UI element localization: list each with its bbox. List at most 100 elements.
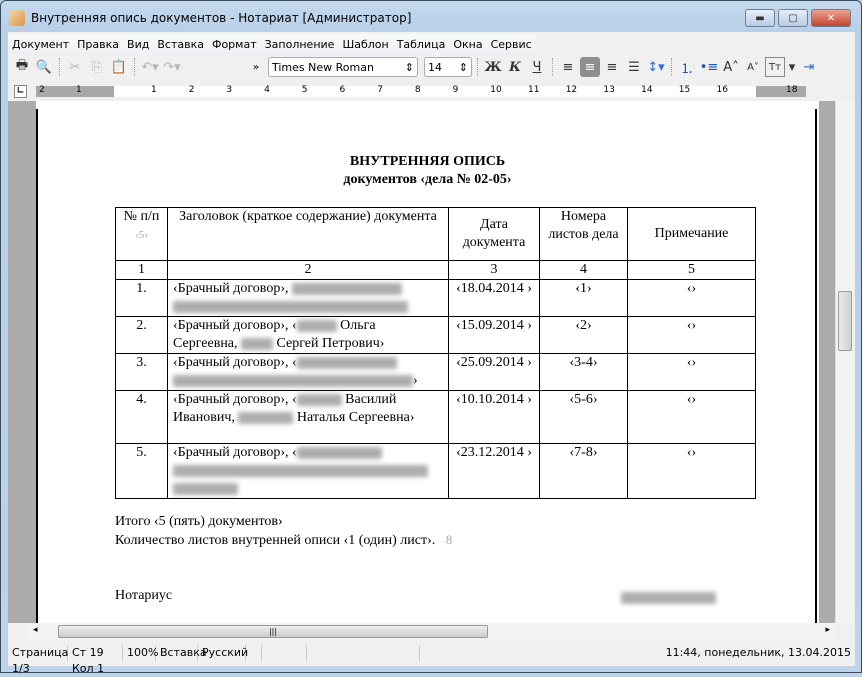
col-number: 4 xyxy=(539,260,628,280)
doc-subtitle: документов ‹дела № 02-05› xyxy=(343,172,512,187)
horizontal-scroll-thumb[interactable]: ||| xyxy=(58,625,488,638)
copy-icon[interactable]: ⎘ xyxy=(87,57,107,77)
header-number: № п/п xyxy=(123,209,160,224)
menu-template[interactable]: Шаблон xyxy=(338,38,392,51)
numbered-list-icon[interactable]: ⒈ xyxy=(677,57,697,77)
menu-service[interactable]: Сервис xyxy=(487,38,536,51)
row-note: ‹› xyxy=(627,353,756,391)
row-number: 2. xyxy=(115,316,168,354)
close-button[interactable]: ✕ xyxy=(811,9,851,27)
col-number: 3 xyxy=(448,260,540,280)
ruler-number: 12 xyxy=(565,85,578,95)
line-spacing-icon[interactable]: ↕▾ xyxy=(646,57,666,77)
menu-view[interactable]: Вид xyxy=(123,38,153,51)
scroll-right-icon[interactable]: ▸ xyxy=(825,625,830,635)
col-number: 2 xyxy=(167,260,449,280)
redo-icon[interactable]: ↷▾ xyxy=(162,57,182,77)
app-window: Внутренняя опись документов - Нотариат [… xyxy=(0,0,862,675)
bullet-list-icon[interactable]: •≡ xyxy=(699,57,719,77)
toolbar: 🖶 🔍 ✂ ⎘ 📋 ↶▾ ↷▾ » Times New Roman ⇕ 14 ⇕ Ж… xyxy=(8,54,855,80)
print-preview-icon[interactable]: 🔍 xyxy=(34,57,54,77)
text-case-dropdown-icon[interactable]: ▾ xyxy=(787,57,797,77)
menu-insert[interactable]: Вставка xyxy=(153,38,208,51)
sheets-count-text: Количество листов внутренней описи ‹1 (о… xyxy=(115,533,436,548)
vertical-scrollbar[interactable] xyxy=(835,101,853,623)
row-date: ‹18.04.2014 › xyxy=(448,279,540,317)
font-size-select[interactable]: 14 ⇕ xyxy=(424,57,472,77)
document-page[interactable]: ВНУТРЕННЯЯ ОПИСЬ документов ‹дела № 02-05… xyxy=(36,101,819,623)
header-hint: ‹5› xyxy=(135,229,148,241)
row-title: ‹Брачный договор›, xyxy=(167,279,449,317)
row-sheets: ‹2› xyxy=(539,316,628,354)
menu-windows[interactable]: Окна xyxy=(449,38,486,51)
status-zoom[interactable]: 100% xyxy=(123,645,158,661)
row-note: ‹› xyxy=(627,443,756,499)
maximize-button[interactable]: ▢ xyxy=(778,9,808,27)
menu-edit[interactable]: Правка xyxy=(73,38,123,51)
ruler-number: 13 xyxy=(603,85,615,95)
more-tools-icon[interactable]: » xyxy=(246,57,266,77)
bold-button[interactable]: Ж xyxy=(483,57,503,77)
row-title: ‹Брачный договор›, ‹ Ольга Сергеевна, Се… xyxy=(167,316,449,354)
print-icon[interactable]: 🖶 xyxy=(12,57,32,77)
status-position: Ст 19 Кол 1 xyxy=(68,645,123,675)
italic-button[interactable]: К xyxy=(505,57,525,77)
header-title: Заголовок (краткое содержание) документа xyxy=(167,207,449,261)
minimize-button[interactable]: ▬ xyxy=(745,9,775,27)
ruler-number: 15 xyxy=(678,85,691,95)
row-sheets: ‹7-8› xyxy=(539,443,628,499)
ruler-number: 7 xyxy=(377,85,383,95)
underline-button[interactable]: Ч xyxy=(527,57,547,77)
table-row[interactable]: 3. ‹Брачный договор›, ‹ › ‹25.09.2014 › ‹… xyxy=(115,353,756,391)
increase-font-icon[interactable]: A˄ xyxy=(721,57,741,77)
table-row[interactable]: 5. ‹Брачный договор›, ‹ ‹23.12.2014 › ‹7… xyxy=(115,443,756,499)
menu-table[interactable]: Таблица xyxy=(393,38,450,51)
tab-stop-selector[interactable]: ∟ xyxy=(14,85,27,98)
table-row[interactable]: 2. ‹Брачный договор›, ‹ Ольга Сергеевна,… xyxy=(115,316,756,354)
row-title: ‹Брачный договор›, ‹ › xyxy=(167,353,449,391)
header-sheets: Номера листов дела xyxy=(539,207,628,261)
total-text: Итого ‹5 (пять) документов› xyxy=(115,514,283,529)
ruler-number: 2 xyxy=(39,85,45,95)
menu-document[interactable]: Документ xyxy=(8,38,73,51)
table-row[interactable]: 1. ‹Брачный договор›, ‹18.04.2014 › ‹1› … xyxy=(115,279,756,317)
row-date: ‹23.12.2014 › xyxy=(448,443,540,499)
align-left-icon[interactable]: ≡ xyxy=(558,57,578,77)
exit-icon[interactable]: ⇥ xyxy=(799,57,819,77)
ruler-number: 10 xyxy=(490,85,502,95)
decrease-font-icon[interactable]: A˅ xyxy=(743,57,763,77)
menu-format[interactable]: Формат xyxy=(208,38,261,51)
row-number: 3. xyxy=(115,353,168,391)
paste-icon[interactable]: 📋 xyxy=(109,57,129,77)
ruler[interactable]: ∟ 2 1 1 2 3 4 5 6 7 8 9 10 11 12 13 14 15 16 18 xyxy=(8,82,855,101)
justify-icon[interactable]: ☰ xyxy=(624,57,644,77)
font-select[interactable]: Times New Roman ⇕ xyxy=(268,57,418,77)
table-row[interactable]: 4. ‹Брачный договор›, ‹ Василий Иванович… xyxy=(115,390,756,444)
document-area[interactable]: ВНУТРЕННЯЯ ОПИСЬ документов ‹дела № 02-05… xyxy=(8,101,835,623)
row-date: ‹25.09.2014 › xyxy=(448,353,540,391)
scroll-left-icon[interactable]: ◂ xyxy=(33,625,38,635)
ruler-number: 18 xyxy=(786,85,798,95)
status-language: Русский xyxy=(198,645,248,661)
doc-title: ВНУТРЕННЯЯ ОПИСЬ xyxy=(349,154,506,169)
status-page: Страница 1/3 xyxy=(8,645,68,675)
align-center-icon[interactable]: ≡ xyxy=(580,57,600,77)
row-title: ‹Брачный договор›, ‹ xyxy=(167,443,449,499)
title-bar: Внутренняя опись документов - Нотариат [… xyxy=(9,7,411,29)
col-number: 5 xyxy=(627,260,756,280)
text-case-icon[interactable]: Tт xyxy=(765,57,785,77)
ruler-number: 4 xyxy=(264,85,270,95)
row-number: 1. xyxy=(115,279,168,317)
row-date: ‹15.09.2014 › xyxy=(448,316,540,354)
menu-fill[interactable]: Заполнение xyxy=(261,38,339,51)
ruler-number: 16 xyxy=(716,85,728,95)
ruler-number: 14 xyxy=(641,85,653,95)
ruler-number: 6 xyxy=(339,85,346,95)
undo-icon[interactable]: ↶▾ xyxy=(140,57,160,77)
cut-icon[interactable]: ✂ xyxy=(65,57,85,77)
row-number: 5. xyxy=(115,443,168,499)
row-title: ‹Брачный договор›, ‹ Василий Иванович, Н… xyxy=(167,390,449,444)
horizontal-scrollbar[interactable]: ◂ ||| ▸ xyxy=(28,623,835,640)
vertical-scroll-thumb[interactable] xyxy=(838,291,852,351)
align-right-icon[interactable]: ≡ xyxy=(602,57,622,77)
